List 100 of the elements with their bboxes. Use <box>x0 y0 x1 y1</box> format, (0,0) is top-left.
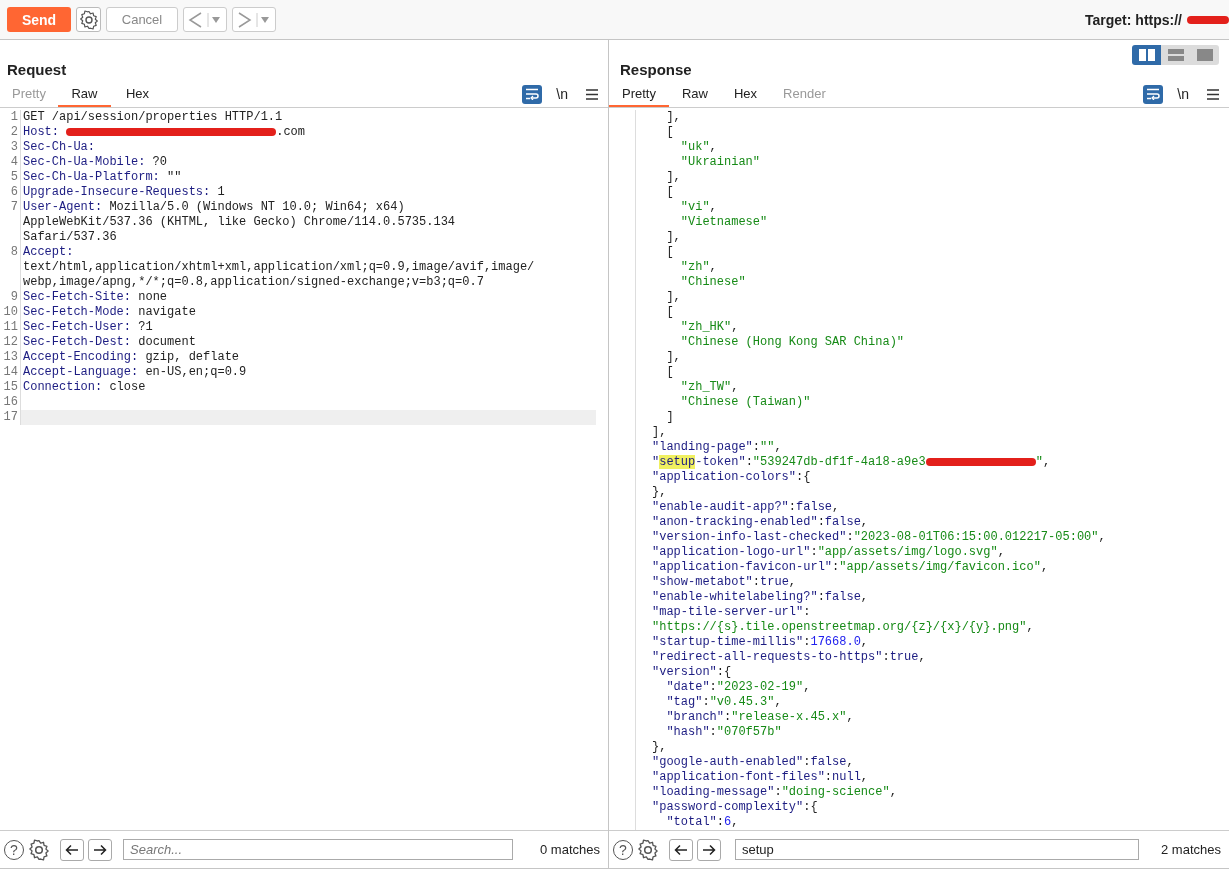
pane-title: Request <box>7 61 67 78</box>
menu-button[interactable] <box>586 88 598 100</box>
header-name: "enable-whitelabeling?" <box>652 590 818 604</box>
match-count: 2 matches <box>1161 842 1221 857</box>
layout-button[interactable] <box>1132 45 1161 65</box>
code-text: ], <box>665 170 681 184</box>
literal-value: null <box>832 770 861 784</box>
code-text: : <box>810 545 818 559</box>
code-text: : <box>882 650 890 664</box>
header-name: "application-colors" <box>652 470 797 484</box>
settings-button[interactable] <box>76 7 101 32</box>
view-tab[interactable]: Hex <box>721 81 771 107</box>
help-button[interactable]: ? <box>4 839 24 860</box>
search-match: setup <box>659 455 696 469</box>
previous-match-button[interactable] <box>669 838 693 861</box>
string-value: "539247db-df1f-4a18-a9e3 <box>752 455 926 469</box>
header-name: "application-favicon-url" <box>652 560 833 574</box>
code-text: [ <box>665 125 674 139</box>
wrap-toggle[interactable] <box>522 84 543 104</box>
arrow-left-icon <box>65 843 79 856</box>
header-name: Sec-Fetch-User: <box>23 320 132 334</box>
back-button[interactable] <box>183 7 227 32</box>
code-text: , <box>997 545 1005 559</box>
string-value: "Chinese (Hong Kong SAR China)" <box>679 335 905 349</box>
string-value: "release-x.45.x" <box>731 710 847 724</box>
code-text: 1 <box>216 185 225 199</box>
string-value: "Chinese" <box>679 275 746 289</box>
next-match-button[interactable] <box>697 838 721 861</box>
previous-match-button[interactable] <box>60 838 84 861</box>
literal-value: false <box>824 590 861 604</box>
code-text: : <box>745 455 753 469</box>
code-text: .com <box>276 125 306 139</box>
code-text: : <box>832 560 840 574</box>
literal-value: false <box>810 755 847 769</box>
newline-toggle[interactable]: \n <box>1177 86 1189 102</box>
string-value: "app/assets/img/favicon.ico" <box>839 560 1041 574</box>
string-value: "070f57b" <box>716 725 782 739</box>
help-button[interactable]: ? <box>613 839 633 860</box>
code-text: : <box>752 440 761 454</box>
settings-icon[interactable] <box>28 838 50 861</box>
menu-button[interactable] <box>1207 88 1219 100</box>
search-field[interactable]: Search... <box>123 839 513 860</box>
header-name: User-Agent: <box>23 200 103 214</box>
line-number: 17 <box>3 410 18 424</box>
header-name: Connection: <box>23 380 103 394</box>
string-value: "app/assets/img/logo.svg" <box>817 545 998 559</box>
code-text: , <box>788 575 797 589</box>
code-text: Safari/537.36 <box>23 230 117 244</box>
line-number: 11 <box>3 320 18 334</box>
header-name: Sec-Ch-Ua-Mobile: <box>23 155 146 169</box>
view-tab[interactable]: Pretty <box>609 81 669 107</box>
code-text: , <box>709 260 717 274</box>
string-value: "doing-science" <box>781 785 890 799</box>
forward-button[interactable] <box>232 7 276 32</box>
wrap-toggle[interactable] <box>1143 84 1164 104</box>
line-number: 3 <box>10 140 18 154</box>
string-value: "zh" <box>679 260 710 274</box>
header-name: Sec-Ch-Ua-Platform: <box>23 170 160 184</box>
header-name: "date" <box>665 680 710 694</box>
code-text: [ <box>665 365 674 379</box>
code-text: none <box>137 290 168 304</box>
header-name: Accept-Encoding: <box>23 350 139 364</box>
code-text: , <box>860 515 869 529</box>
code-text: , <box>846 710 854 724</box>
string-value: "zh_TW" <box>679 380 732 394</box>
code-text: :{ <box>796 470 811 484</box>
header-name: Upgrade-Insecure-Requests: <box>23 185 211 199</box>
code-text: , <box>774 695 782 709</box>
code-text: , <box>860 770 869 784</box>
code-text: , <box>846 755 854 769</box>
line-number: 1 <box>10 110 18 124</box>
code-text: ], <box>665 350 681 364</box>
newline-toggle[interactable]: \n <box>556 86 568 102</box>
code-text: }, <box>652 485 667 499</box>
code-text: close <box>108 380 146 394</box>
menu-icon <box>586 88 598 100</box>
line-number: 12 <box>3 335 18 349</box>
code-text: ] <box>665 410 674 424</box>
search-field[interactable]: setup <box>735 839 1139 860</box>
string-value: " <box>1035 455 1043 469</box>
next-match-button[interactable] <box>88 838 112 861</box>
literal-value: true <box>760 575 789 589</box>
view-tab[interactable]: Hex <box>110 81 164 107</box>
view-tab[interactable]: Raw <box>57 81 111 107</box>
view-tab[interactable]: Raw <box>668 81 721 107</box>
single-layout-icon <box>1196 49 1213 61</box>
code-text: : <box>716 815 724 829</box>
code-text: , <box>832 500 840 514</box>
string-value: "vi" <box>679 200 710 214</box>
settings-icon[interactable] <box>637 838 659 861</box>
header-name: "landing-page" <box>652 440 753 454</box>
header-name: "redirect-all-requests-to-https" <box>652 650 883 664</box>
header-name: Accept: <box>23 245 74 259</box>
code-text: ], <box>665 110 681 124</box>
string-value: "2023-02-19" <box>716 680 804 694</box>
code-text: text/html,application/xhtml+xml,application/xml;q=0.9,image/avif,image/ <box>23 260 535 274</box>
layout-button[interactable] <box>1190 45 1219 65</box>
code-text: , <box>1098 530 1106 544</box>
layout-button[interactable] <box>1161 45 1190 65</box>
code-text: , <box>1026 620 1034 634</box>
